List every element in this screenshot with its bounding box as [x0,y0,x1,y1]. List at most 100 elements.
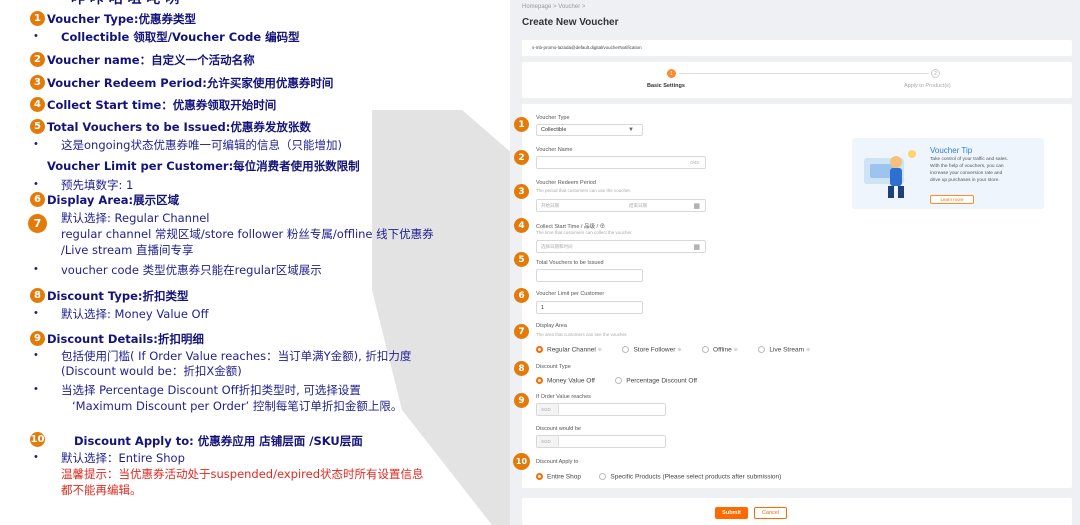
ann-display-code-note: voucher code 类型优惠券只能在regular区域展示 [61,263,322,277]
badge-10: 10 [513,453,530,470]
learn-more-button[interactable]: Learn more [930,195,974,204]
currency-prefix: SGD [537,436,559,447]
submit-button[interactable]: Submit [715,507,748,519]
radio-money-value-off[interactable]: Money Value Off [536,372,595,389]
badge-7: 7 [28,214,47,233]
collect-start-placeholder: 选择日期和时间 [541,243,573,249]
radio-icon [702,346,710,354]
footer-bar [522,498,1072,525]
discount-amount-input[interactable]: SGD [536,435,666,448]
radio-live-stream[interactable]: Live Stream ⊕ [758,341,810,358]
ann-voucher-type: Voucher Type:优惠券类型 [47,12,196,26]
cancel-button[interactable]: Cancel [754,507,787,519]
step-connector [679,73,929,74]
radio-percentage-discount-off[interactable]: Percentage Discount Off [615,372,697,389]
bullet-dot: • [34,138,38,150]
voucher-name-counter: 0/40 [690,160,699,165]
limit-per-customer-input[interactable]: 1 [536,301,643,314]
ann-display-live: /Live stream 直播间专享 [61,243,194,257]
chevron-down-icon: ▼ [628,127,634,133]
ann-display-area: Display Area:展示区域 [47,193,180,207]
radio-specific-products[interactable]: Specific Products (Please select product… [599,468,781,485]
form-card: Voucher Type Collectible ▼ Voucher Name … [522,104,1072,488]
badge-3: 3 [30,75,45,90]
step-1-label[interactable]: Basic Settings [647,83,685,89]
ann-discount-details: Discount Details:折扣明细 [47,332,204,346]
tip-line: drive up purchases in your store. [930,177,1000,183]
radio-icon [622,346,630,354]
voucher-type-select[interactable]: Collectible ▼ [536,124,643,136]
bullet-dot: • [34,263,38,275]
info-icon: ⊕ [677,346,682,353]
badge-4: 4 [30,97,45,112]
display-area-label: Display Area [536,323,567,329]
badge-5: 5 [514,252,529,267]
collect-start-input[interactable]: 选择日期和时间 ▦ [536,240,706,253]
voucher-name-label: Voucher Name [536,147,573,153]
bullet-dot: • [34,30,38,42]
ann-warning-line2: 都不能再编辑。 [61,483,142,497]
radio-icon [615,377,623,385]
discount-type-label: Discount Type [536,364,571,370]
voucher-illustration-icon [864,150,916,198]
ann-collect-start: Collect Start time：优惠券领取开始时间 [47,98,277,112]
order-value-input[interactable]: SGD [536,403,666,416]
step-1-dot: 1 [667,69,676,78]
badge-7: 7 [514,324,529,339]
badge-1: 1 [30,11,45,26]
radio-icon [536,473,543,481]
radio-store-follower[interactable]: Store Follower ⊕ [622,341,682,358]
ann-discount-threshold: 包括使用门槛( If Order Value reaches：当订单满Y金额),… [61,349,412,363]
radio-icon [536,377,543,385]
ann-total-note: 这是ongoing状态优惠券唯一可编辑的信息（只能增加) [61,138,342,152]
badge-8: 8 [514,361,529,376]
tip-line: With the help of vouchers, you can [930,163,1004,169]
radio-offline[interactable]: Offline ⊕ [702,341,738,358]
total-vouchers-input[interactable] [536,269,643,282]
voucher-tip-text: Take control of your traffic and sales. … [930,157,1008,185]
badge-10: 10 [30,432,45,447]
badge-8: 8 [30,288,45,303]
ann-discount-type: Discount Type:折扣类型 [47,289,189,303]
info-icon: ⊕ [597,346,602,353]
info-icon: ⊕ [806,346,811,353]
voucher-tip-title: Voucher Tip [930,146,973,155]
ann-apply-to: Discount Apply to: 优惠券应用 店铺层面 /SKU层面 [74,434,363,448]
calendar-icon: ▦ [693,202,700,210]
apply-to-options: Entire Shop Specific Products (Please se… [536,468,781,486]
url-text: s-mb-promo-lazada@default.digital/vouche… [532,45,642,50]
redeem-period-help: The period that customers can use the vo… [536,188,632,193]
badge-9: 9 [30,331,45,346]
page-title: Create New Voucher [522,17,619,28]
tip-line: increase your conversion rate and [930,170,1003,176]
calendar-icon: ▦ [693,243,700,251]
breadcrumb[interactable]: Homepage > Voucher > [522,4,585,10]
badge-6: 6 [30,192,45,207]
ann-percentage-note: 当选择 Percentage Discount Off折扣类型时, 可选择设置 [61,383,361,397]
url-bar: s-mb-promo-lazada@default.digital/vouche… [522,40,1072,56]
badge-2: 2 [514,150,529,165]
radio-icon [536,346,543,354]
step-2-label[interactable]: Apply to Product(s) [904,83,951,89]
ann-redeem-period: Voucher Redeem Period:允许买家使用优惠券时间 [47,76,334,90]
badge-5: 5 [30,119,45,134]
apply-to-label: Discount Apply to [536,459,579,465]
ann-max-discount-note: ‘Maximum Discount per Order’ 控制每笔订单折扣金额上… [72,399,403,413]
voucher-type-label: Voucher Type [536,115,570,121]
badge-1: 1 [514,117,529,132]
limit-per-customer-value: 1 [541,304,545,311]
header-partial: 一 咋 咔 咕 咀 咤 咧 [52,0,179,9]
radio-entire-shop[interactable]: Entire Shop [536,468,581,485]
voucher-name-input[interactable]: 0/40 [536,156,706,169]
redeem-period-input[interactable]: 开始日期 结束日期 ▦ [536,199,706,212]
ann-display-default: 默认选择: Regular Channel [61,211,210,225]
bullet-dot: • [34,307,38,319]
ann-display-options: regular channel 常规区域/store follower 粉丝专属… [61,227,434,241]
radio-regular-channel[interactable]: Regular Channel ⊕ [536,341,602,358]
redeem-start-placeholder: 开始日期 [541,202,559,208]
ann-discount-amount: (Discount would be：折扣X金额) [61,364,242,378]
redeem-period-label: Voucher Redeem Period [536,180,596,186]
badge-4: 4 [514,218,529,233]
badge-9: 9 [514,393,529,408]
voucher-tip-card: Voucher Tip Take control of your traffic… [852,138,1044,209]
